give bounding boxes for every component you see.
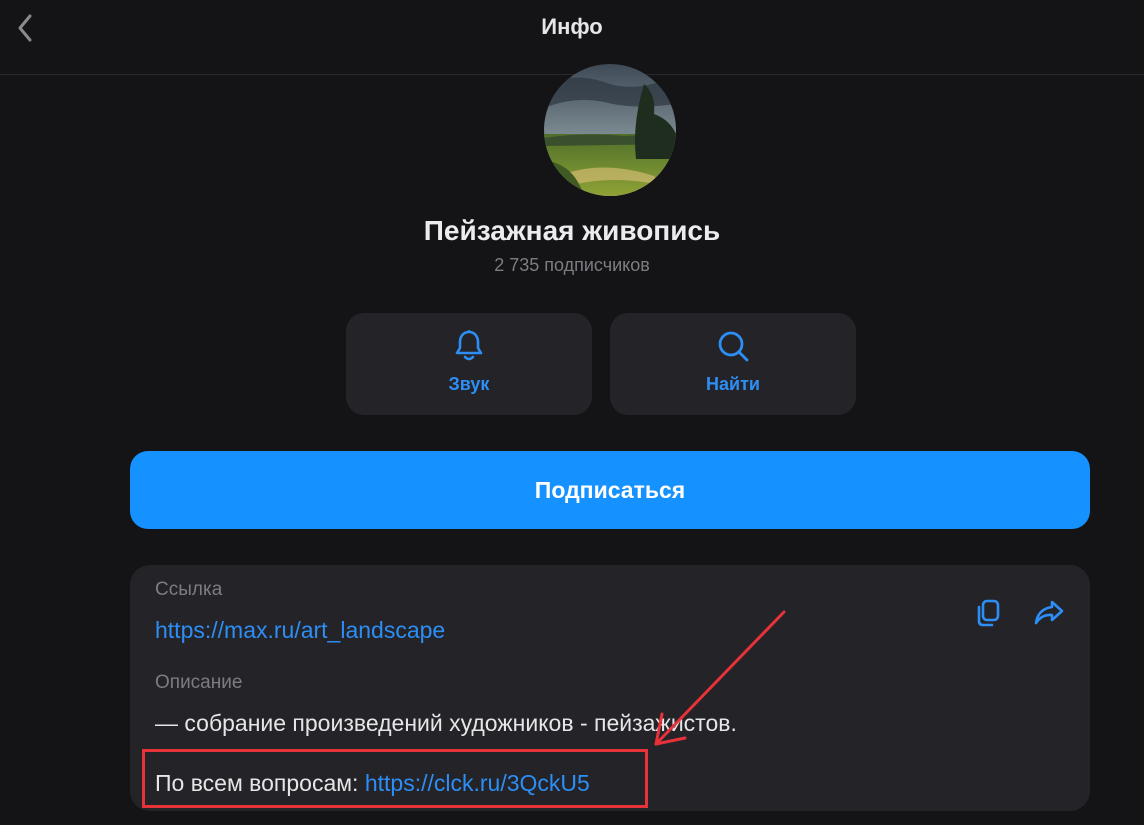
share-link-button[interactable]	[1032, 597, 1066, 629]
page-title: Инфо	[541, 14, 603, 39]
description-label: Описание	[155, 672, 243, 693]
find-button-label: Найти	[706, 374, 760, 394]
share-icon	[1034, 600, 1064, 625]
subscriber-count: 2 735 подписчиков	[494, 255, 650, 275]
link-label: Ссылка	[155, 579, 223, 600]
sound-button-label: Звук	[448, 374, 490, 394]
channel-name: Пейзажная живопись	[423, 215, 721, 246]
sound-button[interactable]: Звук	[346, 313, 592, 415]
description-text: — собрание произведений художников - пей…	[155, 710, 737, 736]
channel-avatar	[544, 64, 676, 196]
annotation-highlight-box	[142, 749, 648, 808]
find-button[interactable]: Найти	[610, 313, 856, 415]
copy-link-button[interactable]	[972, 597, 1004, 629]
copy-icon	[977, 599, 1000, 627]
search-icon	[718, 331, 749, 362]
header-bar: Инфо	[0, 0, 1144, 75]
subscribe-button[interactable]: Подписаться	[130, 451, 1090, 529]
channel-link[interactable]: https://max.ru/art_landscape	[155, 617, 445, 644]
bell-icon	[455, 330, 483, 361]
